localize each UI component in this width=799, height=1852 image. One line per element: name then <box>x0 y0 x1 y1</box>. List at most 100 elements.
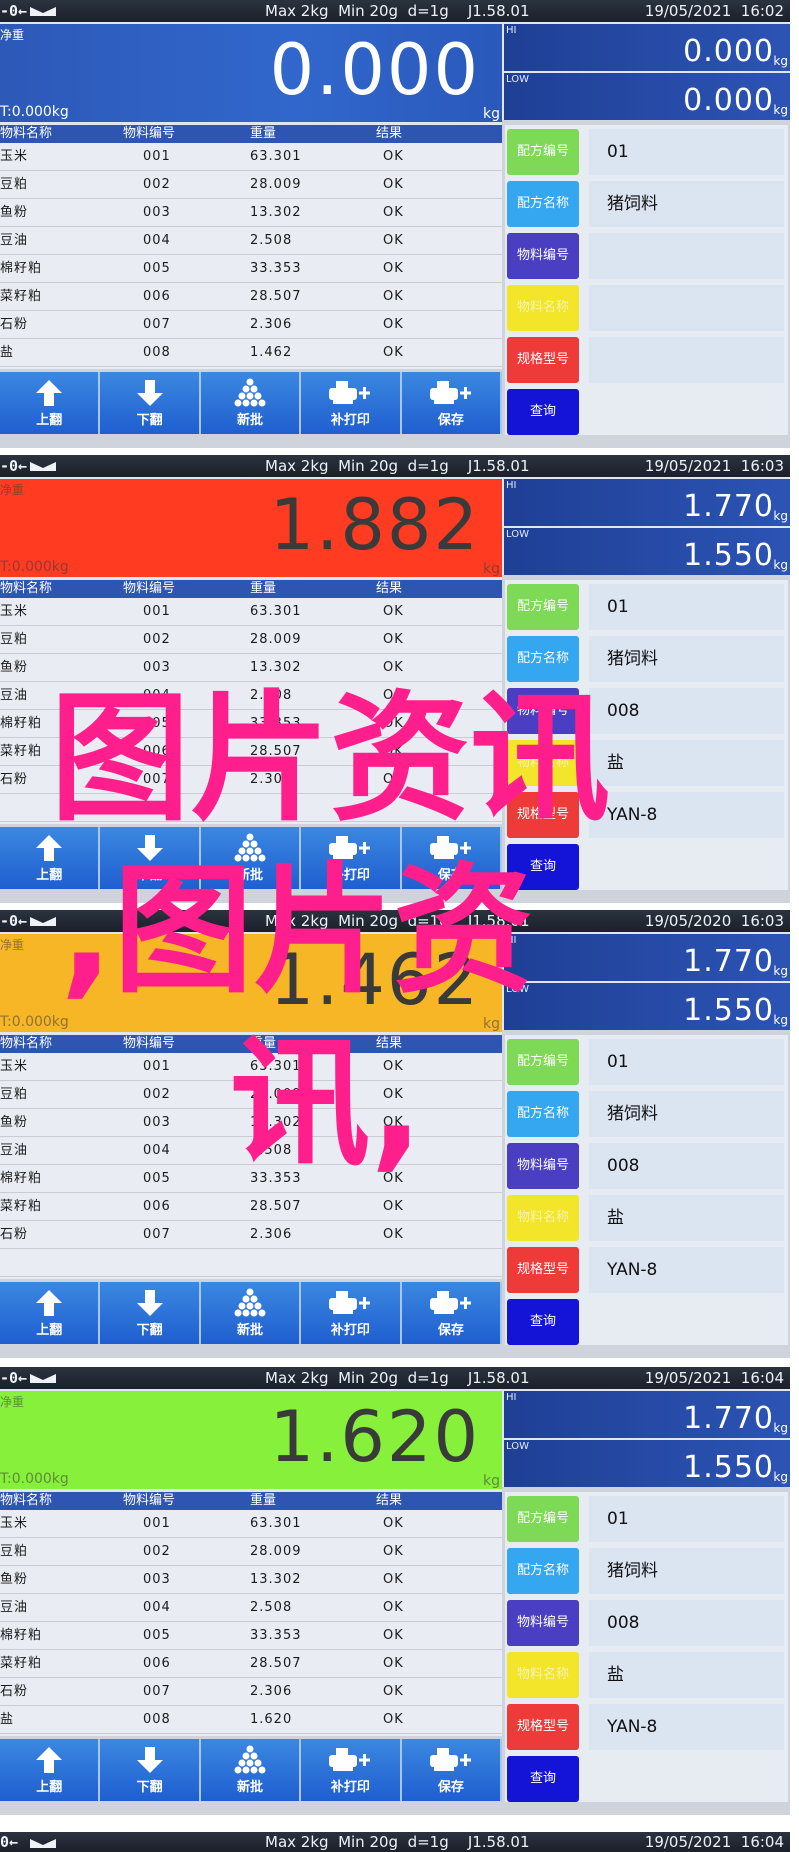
page-down-button[interactable]: 下翻 <box>100 372 201 434</box>
new-batch-button[interactable]: 新批 <box>200 1282 302 1344</box>
table-row[interactable]: 豆粕 002 28.009 OK <box>0 1538 502 1566</box>
material-code-button[interactable]: 物料编号 <box>507 233 579 279</box>
material-code-field[interactable]: 008 <box>589 1143 784 1189</box>
new-batch-button[interactable]: 新批 <box>200 827 302 889</box>
material-code-button[interactable]: 物料编号 <box>507 1600 579 1646</box>
spec-model-button[interactable]: 规格型号 <box>507 337 579 383</box>
material-code-field[interactable]: 008 <box>589 688 784 734</box>
material-name-field[interactable]: 盐 <box>589 740 784 786</box>
table-row[interactable]: 鱼粉 003 13.302 OK <box>0 654 502 682</box>
table-row[interactable]: 菜籽粕 006 28.507 OK <box>0 738 502 766</box>
recipe-name-button[interactable]: 配方名称 <box>507 181 579 227</box>
table-row[interactable]: 豆粕 002 28.009 OK <box>0 626 502 654</box>
save-button[interactable]: 保存 <box>401 827 503 889</box>
table-row[interactable]: 菜籽粕 006 28.507 OK <box>0 1650 502 1678</box>
cell-material-name: 豆油 <box>0 688 29 703</box>
material-name-button[interactable]: 物料名称 <box>507 1652 579 1698</box>
table-row[interactable]: 棉籽粕 005 33.353 OK <box>0 255 502 283</box>
spec-model-field[interactable]: YAN-8 <box>589 1704 784 1750</box>
table-row[interactable]: 豆油 004 2.508 OK <box>0 682 502 710</box>
new-batch-button[interactable]: 新批 <box>200 1739 302 1801</box>
material-name-button[interactable]: 物料名称 <box>507 1195 579 1241</box>
table-row[interactable]: 鱼粉 003 13.302 OK <box>0 1566 502 1594</box>
table-row[interactable]: 盐 008 1.462 OK <box>0 339 502 367</box>
table-row[interactable]: 鱼粉 003 13.302 OK <box>0 199 502 227</box>
save-button[interactable]: 保存 <box>401 372 503 434</box>
page-up-button[interactable]: 上翻 <box>0 372 101 434</box>
table-row[interactable]: 石粉 007 2.306 OK <box>0 766 502 794</box>
table-row[interactable]: 菜籽粕 006 28.507 OK <box>0 1193 502 1221</box>
recipe-name-button[interactable]: 配方名称 <box>507 636 579 682</box>
query-button[interactable]: 查询 <box>507 1756 579 1802</box>
query-button[interactable]: 查询 <box>507 1299 579 1345</box>
page-up-button[interactable]: 上翻 <box>0 1282 101 1344</box>
recipe-code-button[interactable]: 配方编号 <box>507 1039 579 1085</box>
page-up-button[interactable]: 上翻 <box>0 1739 101 1801</box>
table-row[interactable]: 鱼粉 003 13.302 OK <box>0 1109 502 1137</box>
table-row[interactable]: 菜籽粕 006 28.507 OK <box>0 283 502 311</box>
table-row[interactable]: 玉米 001 63.301 OK <box>0 143 502 171</box>
table-row[interactable] <box>0 794 502 822</box>
material-name-field[interactable]: 盐 <box>589 1652 784 1698</box>
spec-model-field[interactable] <box>589 337 784 383</box>
material-name-field[interactable] <box>589 285 784 331</box>
reprint-button[interactable]: 补打印 <box>301 1282 402 1344</box>
page-up-button[interactable]: 上翻 <box>0 827 101 889</box>
page-down-button[interactable]: 下翻 <box>100 827 201 889</box>
save-button[interactable]: 保存 <box>401 1739 503 1801</box>
recipe-name-field[interactable]: 猪饲料 <box>589 181 784 227</box>
table-row[interactable]: 盐 008 1.620 OK <box>0 1706 502 1734</box>
header-material-name: 物料名称 <box>0 126 53 141</box>
weight-unit: kg <box>483 1473 500 1489</box>
table-row[interactable]: 玉米 001 63.301 OK <box>0 1510 502 1538</box>
recipe-name-field[interactable]: 猪饲料 <box>589 636 784 682</box>
recipe-code-field[interactable]: 01 <box>589 1496 784 1542</box>
reprint-button[interactable]: 补打印 <box>301 827 402 889</box>
query-button[interactable]: 查询 <box>507 844 579 890</box>
recipe-name-button[interactable]: 配方名称 <box>507 1091 579 1137</box>
new-batch-button[interactable]: 新批 <box>200 372 302 434</box>
table-row[interactable]: 石粉 007 2.306 OK <box>0 1221 502 1249</box>
recipe-name-field[interactable]: 猪饲料 <box>589 1548 784 1594</box>
material-name-button[interactable]: 物料名称 <box>507 285 579 331</box>
table-row[interactable]: 豆油 004 2.508 OK <box>0 227 502 255</box>
table-row[interactable]: 棉籽粕 005 33.353 OK <box>0 710 502 738</box>
recipe-code-field[interactable]: 01 <box>589 584 784 630</box>
page-down-button[interactable]: 下翻 <box>100 1739 201 1801</box>
table-row[interactable]: 豆油 004 2.508 OK <box>0 1594 502 1622</box>
spec-model-button[interactable]: 规格型号 <box>507 792 579 838</box>
cell-material-name: 石粉 <box>0 772 29 787</box>
table-row[interactable]: 棉籽粕 005 33.353 OK <box>0 1165 502 1193</box>
table-row[interactable]: 棉籽粕 005 33.353 OK <box>0 1622 502 1650</box>
recipe-name-field[interactable]: 猪饲料 <box>589 1091 784 1137</box>
recipe-code-button[interactable]: 配方编号 <box>507 129 579 175</box>
recipe-code-field[interactable]: 01 <box>589 1039 784 1085</box>
query-button[interactable]: 查询 <box>507 389 579 435</box>
material-name-field[interactable]: 盐 <box>589 1195 784 1241</box>
table-row[interactable]: 玉米 001 63.301 OK <box>0 598 502 626</box>
reprint-button[interactable]: 补打印 <box>301 1739 402 1801</box>
spec-model-button[interactable]: 规格型号 <box>507 1247 579 1293</box>
save-button[interactable]: 保存 <box>401 1282 503 1344</box>
spec-model-field[interactable]: YAN-8 <box>589 792 784 838</box>
material-name-button[interactable]: 物料名称 <box>507 740 579 786</box>
table-row[interactable] <box>0 1249 502 1277</box>
table-row[interactable]: 石粉 007 2.306 OK <box>0 1678 502 1706</box>
material-code-field[interactable]: 008 <box>589 1600 784 1646</box>
table-row[interactable]: 石粉 007 2.306 OK <box>0 311 502 339</box>
table-row[interactable]: 玉米 001 63.301 OK <box>0 1053 502 1081</box>
material-code-button[interactable]: 物料编号 <box>507 1143 579 1189</box>
reprint-button[interactable]: 补打印 <box>301 372 402 434</box>
table-row[interactable]: 豆粕 002 28.009 OK <box>0 1081 502 1109</box>
spec-model-field[interactable]: YAN-8 <box>589 1247 784 1293</box>
page-down-button[interactable]: 下翻 <box>100 1282 201 1344</box>
recipe-code-button[interactable]: 配方编号 <box>507 1496 579 1542</box>
material-code-field[interactable] <box>589 233 784 279</box>
spec-model-button[interactable]: 规格型号 <box>507 1704 579 1750</box>
recipe-code-field[interactable]: 01 <box>589 129 784 175</box>
recipe-code-button[interactable]: 配方编号 <box>507 584 579 630</box>
material-code-button[interactable]: 物料编号 <box>507 688 579 734</box>
table-row[interactable]: 豆油 004 2.508 OK <box>0 1137 502 1165</box>
recipe-name-button[interactable]: 配方名称 <box>507 1548 579 1594</box>
table-row[interactable]: 豆粕 002 28.009 OK <box>0 171 502 199</box>
